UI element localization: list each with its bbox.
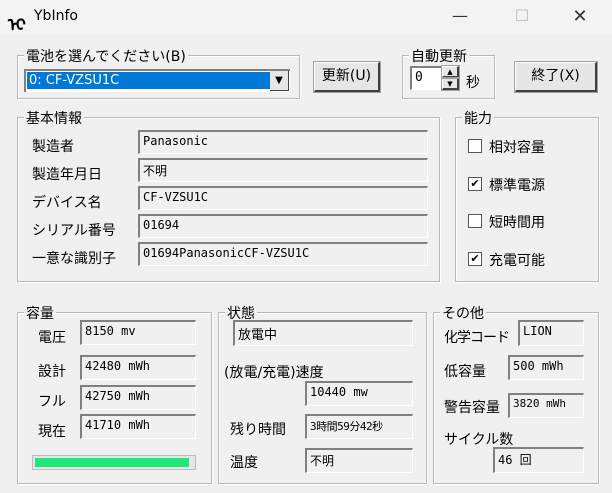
serial-number-field: 01694 [138,214,428,238]
auto-refresh-spinner[interactable]: ▲ ▼ [441,65,460,91]
basic-info-label: 基本情報 [24,108,84,128]
close-button[interactable]: ✕ [560,6,600,28]
maximize-button[interactable]: ☐ [502,6,542,28]
chemistry-field: LION [518,320,584,346]
current-capacity-label: 現在 [38,424,66,440]
voltage-field: 8150 mv [80,320,196,345]
full-capacity-field: 42750 mWh [80,385,196,410]
voltage-label: 電圧 [38,330,66,346]
current-capacity-field: 41710 mWh [80,414,196,439]
title-bar: ᢈ YbInfo — ☐ ✕ [0,0,612,36]
checkbox-checked-icon: ✔ [468,252,482,266]
rate-field: 10440 mw [305,381,413,406]
full-capacity-label: フル [38,394,66,410]
device-name-field: CF-VZSU1C [138,186,428,210]
capability-label: 標準電源 [489,178,545,194]
low-capacity-field: 500 mWh [508,355,584,380]
device-name-label: デバイス名 [32,195,102,211]
temperature-label: 温度 [230,455,258,471]
warning-capacity-field: 3820 mWh [508,393,584,418]
manufacture-date-label: 製造年月日 [32,167,102,183]
manufacturer-label: 製造者 [32,139,74,155]
capability-label: 充電可能 [489,253,545,269]
auto-refresh-unit: 秒 [466,75,480,91]
capacity-progress-bar [32,455,196,470]
checkbox [468,214,482,228]
minimize-button[interactable]: — [440,6,480,28]
design-capacity-field: 42480 mWh [80,355,196,380]
low-capacity-label: 低容量 [444,364,486,380]
serial-number-label: シリアル番号 [32,223,116,239]
exit-button[interactable]: 終了(X) [514,61,598,93]
status-state-field: 放電中 [233,320,413,346]
spin-down-icon[interactable]: ▼ [441,77,460,91]
checkbox-checked-icon: ✔ [468,177,482,191]
remaining-time-label: 残り時間 [230,422,286,438]
manufacture-date-field: 不明 [138,158,428,182]
other-label: その他 [440,303,486,323]
chemistry-label: 化学コード [444,330,510,346]
unique-id-label: 一意な識別子 [32,251,116,267]
chevron-down-icon[interactable]: ▼ [270,71,289,91]
temperature-field: 不明 [305,448,413,473]
refresh-button[interactable]: 更新(U) [313,61,381,93]
manufacturer-field: Panasonic [138,130,428,154]
battery-selected-value: 0: CF-VZSU1C [27,72,271,89]
warning-capacity-label: 警告容量 [444,400,500,416]
auto-refresh-input[interactable]: 0 [410,66,442,90]
capabilities-label: 能力 [462,108,494,128]
capacity-label: 容量 [24,303,56,323]
cycle-count-field: 46 回 [493,447,584,473]
unique-id-field: 01694PanasonicCF-VZSU1C [138,242,428,266]
app-logo-icon: ᢈ [8,15,26,36]
auto-refresh-label: 自動更新 [409,46,469,66]
battery-combobox[interactable]: 0: CF-VZSU1C ▼ [24,69,290,92]
checkbox [468,139,482,153]
design-capacity-label: 設計 [38,364,66,380]
capability-label: 短時間用 [489,215,545,231]
rate-label: (放電/充電)速度 [224,365,324,381]
spin-up-icon[interactable]: ▲ [441,65,460,79]
remaining-time-field: 3時間59分42秒 [305,414,413,439]
battery-select-label: 電池を選んでください(B) [24,46,188,66]
capacity-progress-fill [35,458,190,467]
capability-label: 相対容量 [489,140,545,156]
window-title: YbInfo [34,8,78,24]
cycle-count-label: サイクル数 [444,432,514,448]
